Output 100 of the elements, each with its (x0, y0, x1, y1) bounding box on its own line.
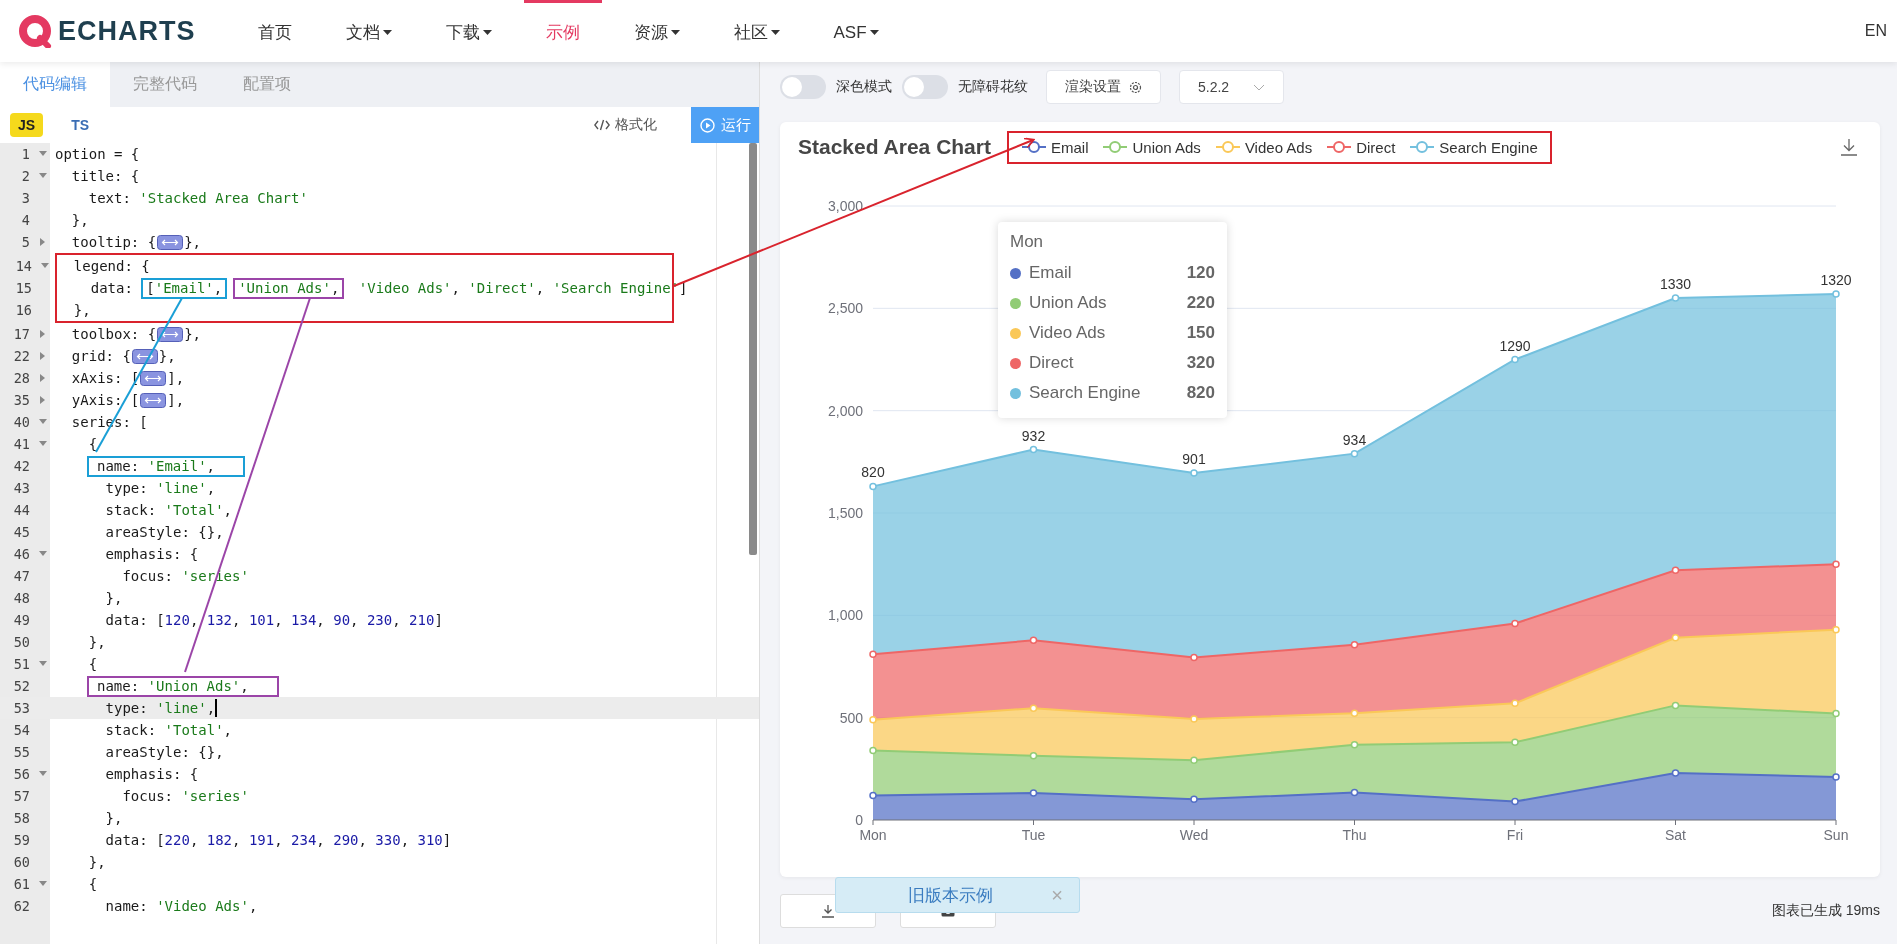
line-number: 44 (12, 502, 30, 518)
line-number: 45 (12, 524, 30, 540)
code-text: text: 'Stacked Area Chart' (87, 190, 308, 206)
series-name: Email (1029, 263, 1072, 283)
line-number: 59 (12, 832, 30, 848)
code-text: }, (70, 212, 89, 228)
series-value: 150 (1186, 323, 1215, 343)
x-tick-label: Sat (1665, 827, 1686, 843)
x-tick-label: Sun (1823, 827, 1849, 843)
line-number: 60 (12, 854, 30, 870)
data-label: 901 (1182, 451, 1206, 468)
line-number: 2 (20, 168, 30, 184)
line-number: 35 (12, 392, 30, 408)
code-text: stack: 'Total', (104, 722, 233, 738)
code-text: name: 'Video Ads', (104, 898, 258, 914)
highlighted-code: name: 'Email', (87, 455, 246, 477)
y-tick-label: 1,000 (827, 607, 863, 624)
line-number: 1 (20, 146, 30, 162)
line-number: 51 (12, 656, 30, 672)
y-tick-label: 2,000 (827, 402, 863, 419)
x-tick-label: Fri (1506, 827, 1524, 843)
code-text: }, (158, 348, 176, 364)
line-number: 40 (12, 414, 30, 430)
code-text: emphasis: { (104, 766, 199, 782)
series-value: 320 (1186, 353, 1215, 373)
code-text: areaStyle: {}, (104, 744, 224, 760)
y-tick-label: 0 (855, 812, 863, 828)
code-text: }, (184, 326, 201, 342)
line-number: 14 (14, 258, 32, 274)
data-label: 1330 (1659, 276, 1692, 293)
x-tick-label: Tue (1021, 827, 1046, 843)
line-number: 41 (12, 436, 30, 452)
line-number: 16 (14, 302, 32, 318)
toggle-label: 无障碍花纹 (958, 78, 1028, 96)
line-number: 17 (12, 326, 30, 342)
code-text: { (87, 876, 98, 892)
code-text: tooltip: { (70, 234, 157, 250)
line-number: 5 (20, 234, 30, 250)
line-number: 22 (12, 348, 30, 364)
data-label: 1290 (1499, 337, 1531, 354)
code-text: yAxis: [ (70, 392, 140, 408)
line-number: 54 (12, 722, 30, 738)
code-text: data: (89, 280, 134, 296)
data-label: 932 (1021, 427, 1046, 444)
line-number: 55 (12, 744, 30, 760)
code-text: focus: 'series' (121, 788, 249, 804)
line-number: 49 (12, 612, 30, 628)
chart-title: Stacked Area Chart (798, 135, 991, 159)
code-text: type: 'line', (104, 480, 216, 496)
line-number: 48 (12, 590, 30, 606)
code-text: grid: { (70, 348, 131, 364)
code-text: option = { (55, 146, 140, 162)
line-number: 52 (12, 678, 30, 694)
code-text: emphasis: { (104, 546, 199, 562)
line-number: 61 (12, 876, 30, 892)
y-tick-label: 500 (839, 709, 863, 726)
render-time-text: 图表已生成 19ms (1771, 901, 1880, 920)
series-name: Video Ads (1029, 323, 1106, 343)
series-value: 220 (1186, 293, 1215, 313)
code-text: }, (184, 234, 201, 250)
data-label: 820 (861, 464, 885, 481)
code-text: type: 'line', (104, 700, 216, 716)
code-text: }, (104, 810, 123, 826)
code-text: { (87, 436, 98, 452)
data-label: 1320 (1820, 272, 1852, 288)
code-text: }, (87, 854, 106, 870)
toast-text: 旧版本示例 (908, 884, 993, 907)
line-number: 53 (12, 700, 30, 716)
series-value: 120 (1186, 263, 1215, 283)
highlighted-code: name: 'Union Ads', (87, 675, 279, 697)
code-text: ], (167, 392, 185, 408)
code-text: title: { (70, 168, 140, 184)
code-text: legend: { (72, 258, 150, 274)
series-name: Union Ads (1029, 293, 1107, 313)
code-text: { (87, 656, 98, 672)
line-number: 56 (12, 766, 30, 782)
code-text: toolbox: { (70, 326, 157, 342)
code-text: stack: 'Total', (104, 502, 233, 518)
y-tick-label: 2,500 (827, 300, 863, 317)
line-number: 57 (12, 788, 30, 804)
series-name: Search Engine (1029, 383, 1141, 403)
x-tick-label: Thu (1342, 827, 1367, 843)
toggle-label: 深色模式 (836, 78, 892, 96)
tooltip-title: Mon (1010, 232, 1045, 252)
series-value: 820 (1186, 383, 1215, 403)
line-number: 15 (14, 280, 32, 296)
line-number: 50 (12, 634, 30, 650)
line-number: 43 (12, 480, 30, 496)
code-text: }, (72, 302, 91, 318)
code-text: }, (104, 590, 123, 606)
data-label: 934 (1342, 431, 1367, 448)
code-text: }, (87, 634, 106, 650)
y-tick-label: 1,500 (827, 505, 863, 521)
line-number: 47 (12, 568, 30, 584)
line-number: 3 (20, 190, 30, 206)
code-text: data: [120, 132, 101, 134, 90, 230, 210] (104, 612, 443, 628)
highlighted-code: ['Email', (141, 277, 228, 299)
x-tick-label: Wed (1179, 827, 1209, 843)
line-number: 62 (12, 898, 30, 914)
code-text: areaStyle: {}, (104, 524, 224, 540)
